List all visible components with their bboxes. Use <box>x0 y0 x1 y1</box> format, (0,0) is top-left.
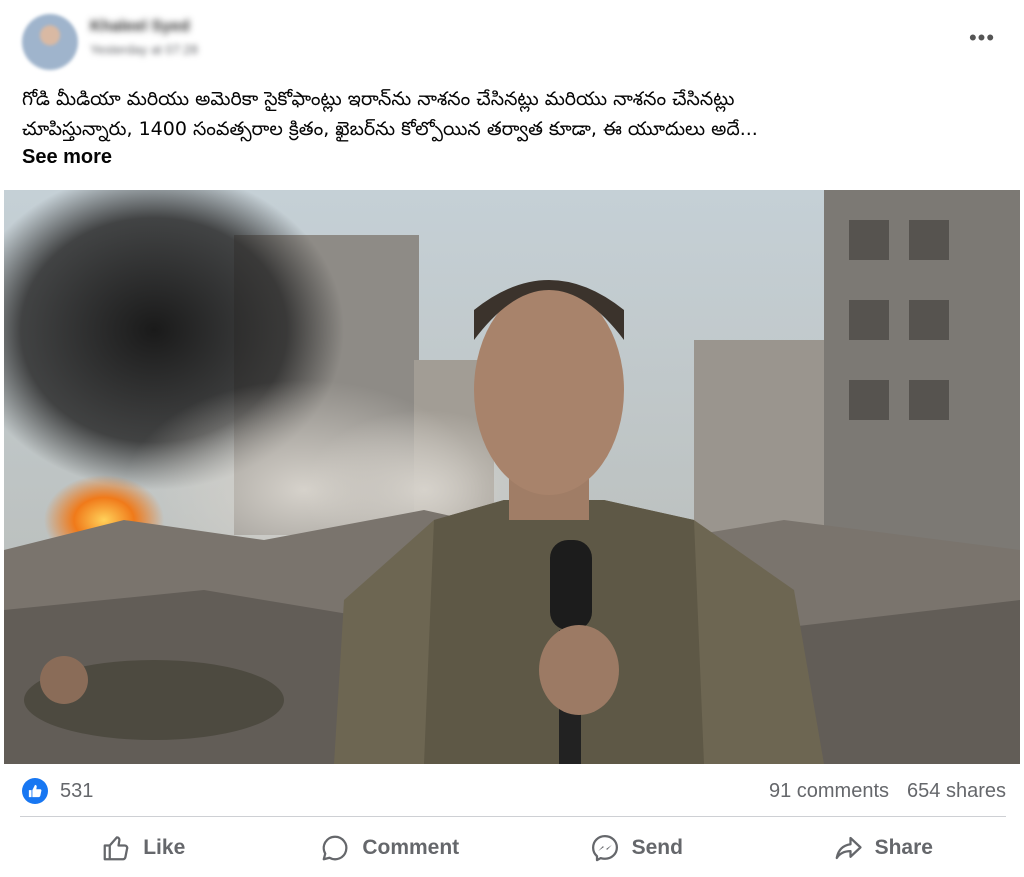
comments-count[interactable]: 91 comments <box>769 780 889 803</box>
comment-icon <box>322 835 348 861</box>
facebook-post: Khaleel Syed Yesterday at 07:28 ••• గోడి… <box>4 0 1020 877</box>
post-actions: Like Comment Send Share <box>20 822 1006 874</box>
comment-button[interactable]: Comment <box>267 822 514 874</box>
caption-line: చూపిస్తున్నారు, 1400 సంవత్సరాల క్రితం, ఖ… <box>22 118 758 140</box>
see-more-link[interactable]: See more <box>22 146 112 169</box>
send-label: Send <box>631 836 683 859</box>
share-arrow-icon <box>835 836 862 860</box>
more-options-icon[interactable]: ••• <box>964 27 1000 54</box>
post-caption: గోడి మీడియా మరియు అమెరికా సైకోఫాంట్లు ఇర… <box>22 84 1002 144</box>
post-image[interactable] <box>4 190 1020 764</box>
like-button[interactable]: Like <box>20 822 267 874</box>
post-stats: 531 91 comments 654 shares <box>22 772 1006 808</box>
share-button[interactable]: Share <box>760 822 1007 874</box>
author-name[interactable]: Khaleel Syed <box>90 18 190 36</box>
divider <box>20 816 1006 817</box>
shares-count[interactable]: 654 shares <box>907 780 1006 803</box>
author-avatar[interactable] <box>22 14 78 70</box>
post-timestamp[interactable]: Yesterday at 07:28 <box>90 42 198 57</box>
like-reaction-icon[interactable] <box>22 778 48 804</box>
thumb-up-icon <box>28 784 42 798</box>
like-icon <box>103 836 129 861</box>
like-count[interactable]: 531 <box>60 780 93 803</box>
war-scene-image <box>4 190 1020 764</box>
send-button[interactable]: Send <box>513 822 760 874</box>
comment-label: Comment <box>362 836 460 859</box>
caption-line: గోడి మీడియా మరియు అమెరికా సైకోఫాంట్లు ఇర… <box>22 88 735 110</box>
messenger-icon <box>591 835 618 862</box>
like-label: Like <box>143 836 186 859</box>
share-label: Share <box>874 836 933 859</box>
post-header: Khaleel Syed Yesterday at 07:28 ••• <box>20 12 1004 70</box>
